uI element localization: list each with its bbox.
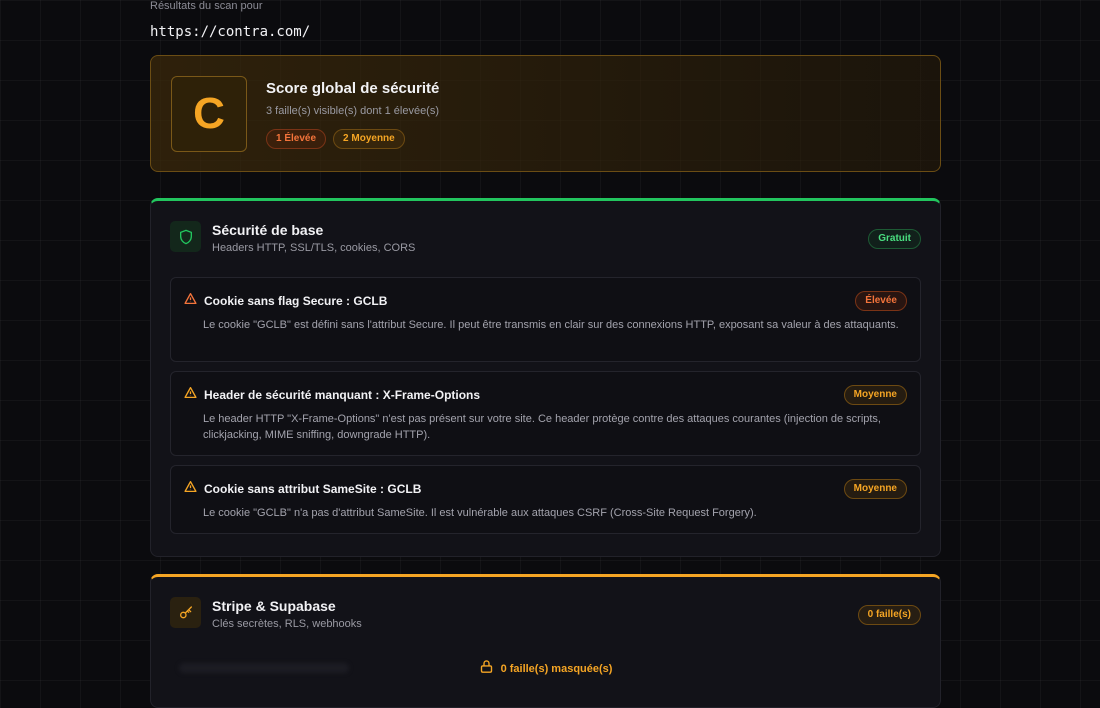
warning-icon: [184, 292, 197, 310]
findings-count-badge: 0 faille(s): [857, 605, 921, 625]
finding-title: Cookie sans flag Secure : GCLB: [204, 294, 388, 308]
finding-description: Le cookie "GCLB" est défini sans l'attri…: [203, 319, 899, 331]
finding-title: Cookie sans attribut SameSite : GCLB: [204, 482, 422, 496]
section-title: Stripe & Supabase: [212, 598, 336, 614]
section-title: Sécurité de base: [212, 222, 324, 238]
finding-title: Header de sécurité manquant : X-Frame-Op…: [204, 388, 481, 402]
finding-description: Le header HTTP "X-Frame-Options" n'est p…: [203, 413, 881, 441]
severity-badge: Élevée: [855, 291, 907, 311]
finding-card[interactable]: Cookie sans attribut SameSite : GCLB Moy…: [170, 465, 921, 534]
key-icon: [170, 597, 201, 628]
high-count-badge: 1 Élevée: [266, 129, 327, 149]
severity-summary: 1 Élevée 2 Moyenne: [266, 129, 405, 149]
scan-results: Résultats du scan pour https://contra.co…: [150, 0, 941, 708]
section-subtitle: Clés secrètes, RLS, webhooks: [212, 618, 362, 630]
masked-findings-notice[interactable]: 0 faille(s) masquée(s): [151, 659, 940, 679]
shield-icon: [170, 221, 201, 252]
warning-icon: [184, 480, 197, 498]
score-subtitle: 3 faille(s) visible(s) dont 1 élevée(s): [266, 105, 440, 117]
medium-count-badge: 2 Moyenne: [333, 129, 405, 149]
masked-findings-label: 0 faille(s) masquée(s): [500, 663, 613, 675]
severity-badge: Moyenne: [843, 479, 907, 499]
scan-url: https://contra.com/: [150, 24, 311, 40]
grade-badge: C: [171, 76, 247, 152]
section-basic-security: Sécurité de base Headers HTTP, SSL/TLS, …: [150, 198, 941, 557]
finding-description: Le cookie "GCLB" n'a pas d'attribut Same…: [203, 507, 757, 519]
section-stripe-supabase: Stripe & Supabase Clés secrètes, RLS, we…: [150, 574, 941, 708]
warning-icon: [184, 386, 197, 404]
finding-card[interactable]: Header de sécurité manquant : X-Frame-Op…: [170, 371, 921, 456]
scan-label: Résultats du scan pour: [150, 0, 263, 12]
severity-badge: Moyenne: [843, 385, 907, 405]
plan-badge: Gratuit: [868, 229, 921, 249]
section-subtitle: Headers HTTP, SSL/TLS, cookies, CORS: [212, 242, 416, 254]
finding-card[interactable]: Cookie sans flag Secure : GCLB Élevée Le…: [170, 277, 921, 362]
lock-icon: [479, 659, 494, 679]
score-card: C Score global de sécurité 3 faille(s) v…: [150, 55, 941, 172]
score-title: Score global de sécurité: [266, 80, 440, 97]
